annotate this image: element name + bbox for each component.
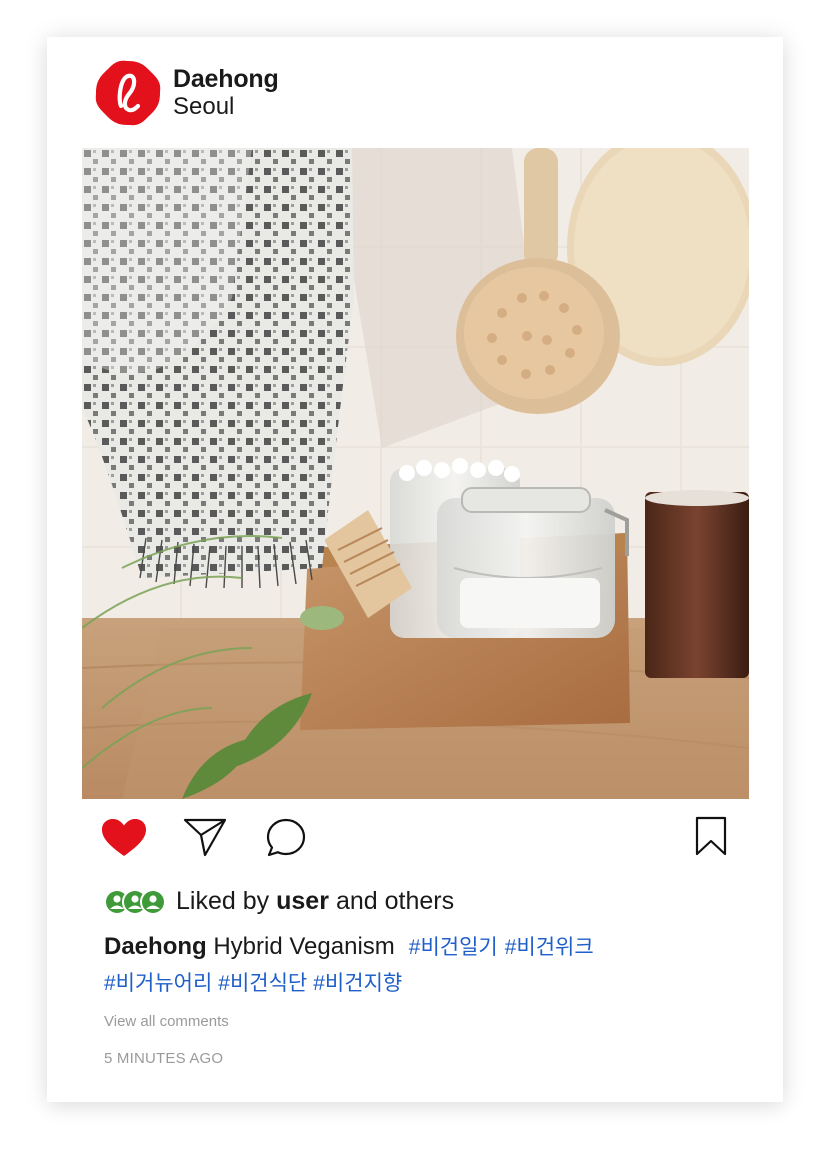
brand-logo-avatar[interactable] [94,59,162,127]
bookmark-icon [695,816,727,856]
hashtag-link[interactable]: #비건식단 [218,972,307,995]
account-name[interactable]: Daehong [173,67,279,92]
liked-by-user-link[interactable]: user [276,887,329,916]
post-card: Daehong Seoul Liked by user and others D… [47,37,783,1102]
hashtag-link[interactable]: #비건일기 [409,936,498,959]
likes-prefix: Liked by [176,887,270,915]
heart-icon [102,819,146,856]
hashtag-link[interactable]: #비건위크 [505,936,594,959]
post-header: Daehong Seoul [94,59,279,127]
share-button[interactable] [183,817,227,862]
action-bar [47,815,783,863]
post-caption: Daehong Hybrid Veganism #비건일기 #비건위크 #비거뉴어리… [104,929,744,1001]
likes-summary: Liked by user and others [104,887,454,916]
account-location[interactable]: Seoul [173,95,279,119]
comment-button[interactable] [266,818,306,863]
caption-author[interactable]: Daehong [104,933,207,960]
liker-avatar-icon [140,888,166,915]
hashtag-link[interactable]: #비건지향 [313,972,402,995]
liker-avatars[interactable] [104,888,166,915]
save-button[interactable] [695,816,727,861]
caption-text: Hybrid Veganism [213,933,395,960]
post-image[interactable] [82,148,749,799]
hashtag-link[interactable]: #비거뉴어리 [104,972,212,995]
like-button[interactable] [101,818,147,863]
post-timestamp: 5 MINUTES AGO [104,1050,224,1067]
likes-suffix[interactable]: and others [336,887,454,916]
comment-icon [266,818,306,857]
send-icon [183,818,227,857]
view-all-comments-link[interactable]: View all comments [104,1013,229,1030]
